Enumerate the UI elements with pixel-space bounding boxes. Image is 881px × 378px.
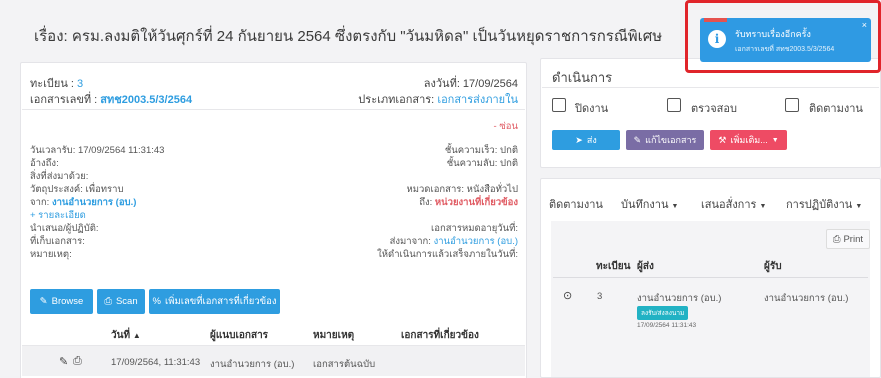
review-checkbox[interactable] xyxy=(667,98,681,112)
chevron-down-icon: ▼ xyxy=(759,203,767,210)
tracking-registration: 3 xyxy=(597,291,603,302)
row-uploader: งานอำนวยการ (อบ.) xyxy=(210,359,295,370)
scan-label: Scan xyxy=(115,296,138,307)
registration-label: ทะเบียน : xyxy=(30,78,74,90)
close-task-checkbox[interactable] xyxy=(552,98,566,112)
col-receiver: ผู้รับ xyxy=(764,261,782,272)
row-note: เอกสารต้นฉบับ xyxy=(313,359,376,370)
tab-propose-order[interactable]: เสนอสั่งการ ▼ xyxy=(701,195,766,213)
add-related-button[interactable]: % เพิ่มเลขที่เอกสารที่เกี่ยวข้อง xyxy=(149,289,280,314)
status-badge: ลงรับ/ส่งลงนาม xyxy=(637,306,689,320)
more-label: เพิ่มเติม... xyxy=(730,135,768,145)
add-related-label: เพิ่มเลขที่เอกสารที่เกี่ยวข้อง xyxy=(164,296,277,307)
clock-icon: ⊙ xyxy=(563,290,573,302)
sort-up-icon: ▲ xyxy=(132,331,141,340)
tab-propose-order-label: เสนอสั่งการ xyxy=(701,199,757,211)
print-label: Print xyxy=(843,233,863,245)
document-number-label: เอกสารเลขที่ : xyxy=(30,94,98,106)
more-dropdown-button[interactable]: ⚒ เพิ่มเติม... ▼ xyxy=(710,130,787,150)
highlight-frame xyxy=(685,0,881,73)
paper-plane-icon: ➤ xyxy=(575,134,583,145)
col-registration: ทะเบียน xyxy=(596,261,631,272)
col-date-label: วันที่ xyxy=(111,330,131,341)
paperclip-icon[interactable]: ✎ xyxy=(59,355,68,368)
col-date[interactable]: วันที่ ▲ xyxy=(111,328,141,343)
tab-tracking[interactable]: ติดตามงาน xyxy=(549,195,603,213)
send-button[interactable]: ➤ ส่ง xyxy=(552,130,620,150)
follow-up-checkbox[interactable] xyxy=(785,98,799,112)
col-sender: ผู้ส่ง xyxy=(637,261,654,272)
chevron-down-icon: ▼ xyxy=(671,203,679,210)
edit-document-label: แก้ไขเอกสาร xyxy=(645,135,697,145)
tab-operations-label: การปฏิบัติงาน xyxy=(786,199,853,211)
action-card: ดำเนินการ ปิดงาน ตรวจสอบ ติดตามงาน ➤ ส่ง… xyxy=(540,58,881,168)
to-label: ถึง: xyxy=(419,197,433,208)
tracking-time: 17/09/2564 11:31:43 xyxy=(637,322,697,329)
to: ถึง: หน่วยงานที่เกี่ยวข้อง xyxy=(419,195,518,210)
edit-document-button[interactable]: ✎ แก้ไขเอกสาร xyxy=(626,130,704,150)
sent-by-value[interactable]: งานอำนวยการ (อบ.) xyxy=(434,236,518,247)
printer-icon[interactable]: ⎙ xyxy=(73,355,82,368)
col-note: หมายเหตุ xyxy=(313,330,355,341)
send-label: ส่ง xyxy=(586,135,597,145)
document-type-label: ประเภทเอกสาร: xyxy=(358,94,435,106)
tracking-card: ติดตามงาน บันทึกงาน ▼ เสนอสั่งการ ▼ การป… xyxy=(540,178,881,378)
print-button[interactable]: ⎙ Print xyxy=(825,229,870,249)
tab-work-log-label: บันทึกงาน xyxy=(621,199,669,211)
chevron-down-icon: ▼ xyxy=(771,136,779,144)
printer-icon: ⎙ xyxy=(104,296,112,307)
review-label: ตรวจสอบ xyxy=(691,103,737,115)
scan-button[interactable]: ⎙ Scan xyxy=(97,289,145,314)
wrench-icon: ⚒ xyxy=(718,134,727,145)
browse-label: Browse xyxy=(51,296,84,307)
col-related: เอกสารที่เกี่ยวข้อง xyxy=(401,330,479,341)
printer-icon: ⎙ xyxy=(832,233,841,245)
chevron-down-icon: ▼ xyxy=(855,203,863,210)
follow-up-label: ติดตามงาน xyxy=(809,103,863,115)
tab-operations[interactable]: การปฏิบัติงาน ▼ xyxy=(786,195,862,213)
document-type: ประเภทเอกสาร: เอกสารส่งภายใน xyxy=(358,90,518,108)
registration-value[interactable]: 3 xyxy=(77,78,83,90)
paperclip-icon: ✎ xyxy=(39,296,48,307)
deadline: ให้ดำเนินการแล้วเสร็จภายในวันที่: xyxy=(377,249,518,260)
row-date: 17/09/2564, 11:31:43 xyxy=(111,357,201,368)
col-uploader: ผู้แนบเอกสาร xyxy=(210,330,269,341)
document-card: ทะเบียน : 3 เอกสารเลขที่ : สทช2003.5/3/2… xyxy=(20,62,527,378)
document-number-value[interactable]: สทช2003.5/3/2564 xyxy=(100,94,192,106)
edit-icon: ✎ xyxy=(633,134,642,145)
to-value[interactable]: หน่วยงานที่เกี่ยวข้อง xyxy=(435,197,518,208)
note: หมายเหตุ: xyxy=(30,249,72,260)
tracking-receiver: งานอำนวยการ (อบ.) xyxy=(764,293,849,304)
tracking-sender: งานอำนวยการ (อบ.) xyxy=(637,293,722,304)
link-icon: % xyxy=(152,296,161,307)
secret-level: ชั้นความลับ: ปกติ xyxy=(446,158,518,169)
close-task-label: ปิดงาน xyxy=(575,103,609,115)
page-title: เรื่อง: ครม.ลงมติให้วันศุกร์ที่ 24 กันยา… xyxy=(34,28,663,45)
document-type-value[interactable]: เอกสารส่งภายใน xyxy=(437,94,518,106)
from-value[interactable]: งานอำนวยการ (อบ.) xyxy=(52,197,136,208)
hide-link[interactable]: - ซ่อน xyxy=(494,119,518,134)
document-number: เอกสารเลขที่ : สทช2003.5/3/2564 xyxy=(30,90,192,108)
browse-button[interactable]: ✎ Browse xyxy=(30,289,93,314)
action-title: ดำเนินการ xyxy=(552,70,613,85)
sent-by-label: ส่งมาจาก: xyxy=(389,236,431,247)
tab-work-log[interactable]: บันทึกงาน ▼ xyxy=(621,195,678,213)
from-label: จาก: xyxy=(30,197,50,208)
